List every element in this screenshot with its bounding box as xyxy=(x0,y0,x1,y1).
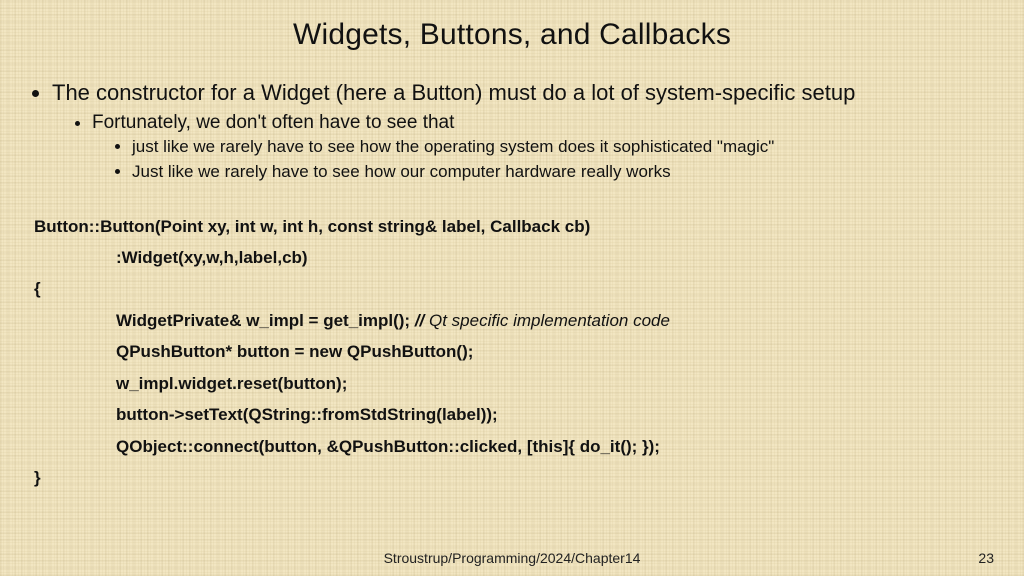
code-line-9: } xyxy=(34,462,990,493)
bullet-sub2a: just like we rarely have to see how the … xyxy=(132,135,990,160)
slide: Widgets, Buttons, and Callbacks The cons… xyxy=(0,0,1024,576)
code-line-1: Button::Button(Point xy, int w, int h, c… xyxy=(34,211,990,242)
code-comment-slashes: // xyxy=(415,311,429,330)
code-line-5: QPushButton* button = new QPushButton(); xyxy=(34,336,990,367)
bullet-sub2-list: just like we rarely have to see how the … xyxy=(92,135,990,184)
code-line-7: button->setText(QString::fromStdString(l… xyxy=(34,399,990,430)
bullet-main-text: The constructor for a Widget (here a But… xyxy=(52,80,855,105)
footer-text: Stroustrup/Programming/2024/Chapter14 xyxy=(0,550,1024,566)
code-comment: // Qt specific implementation code xyxy=(415,311,670,330)
code-line-8: QObject::connect(button, &QPushButton::c… xyxy=(34,431,990,462)
bullet-list: The constructor for a Widget (here a But… xyxy=(34,78,990,185)
bullet-sub1-text: Fortunately, we don't often have to see … xyxy=(92,112,454,133)
slide-title: Widgets, Buttons, and Callbacks xyxy=(34,18,990,52)
bullet-sub2b: Just like we rarely have to see how our … xyxy=(132,160,990,185)
code-block: Button::Button(Point xy, int w, int h, c… xyxy=(34,211,990,494)
code-line-4: WidgetPrivate& w_impl = get_impl(); // Q… xyxy=(34,305,990,336)
bullet-sub1-list: Fortunately, we don't often have to see … xyxy=(52,110,990,185)
code-line-3: { xyxy=(34,273,990,304)
bullet-main: The constructor for a Widget (here a But… xyxy=(52,78,990,185)
bullet-sub1: Fortunately, we don't often have to see … xyxy=(92,110,990,185)
code-line-6: w_impl.widget.reset(button); xyxy=(34,368,990,399)
code-comment-text: Qt specific implementation code xyxy=(429,311,670,330)
code-line-2: :Widget(xy,w,h,label,cb) xyxy=(34,242,990,273)
code-line-4a: WidgetPrivate& w_impl = get_impl(); xyxy=(116,311,410,330)
page-number: 23 xyxy=(978,550,994,566)
